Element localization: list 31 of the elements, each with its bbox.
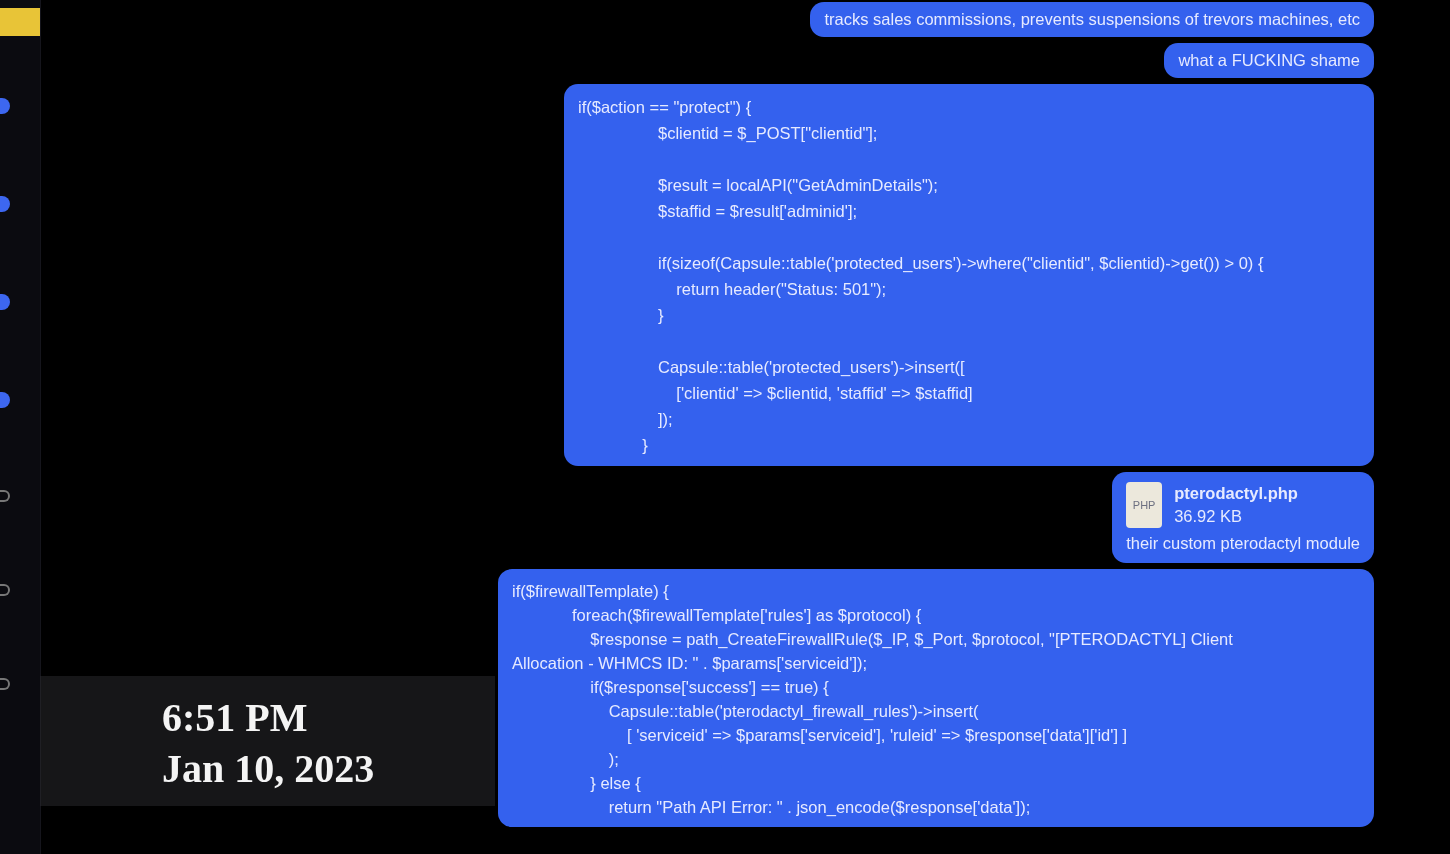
code-line: ]);	[657, 409, 674, 430]
code-line: Capsule::table('pterodactyl_firewall_rules')->insert(	[607, 701, 980, 722]
app-logo-block	[0, 8, 40, 36]
document-icon: PHP	[1126, 482, 1163, 528]
code-line: $result = localAPI("GetAdminDetails");	[657, 175, 939, 196]
code-line: );	[607, 749, 620, 770]
code-line: foreach($firewallTemplate['rules'] as $protocol) {	[571, 605, 923, 626]
code-line: $staffid = $result['adminid'];	[657, 201, 859, 222]
message-bubble: what a FUCKING shame	[1164, 43, 1374, 78]
code-line: return "Path API Error: " . json_encode($response['data']);	[607, 797, 1032, 818]
code-line: return header("Status: 501");	[675, 279, 888, 300]
message-bubble: tracks sales commissions, prevents suspensions of trevors machines, etc	[810, 2, 1374, 37]
code-line: $clientid = $_POST["clientid"];	[657, 123, 879, 144]
code-line: } else {	[589, 773, 642, 794]
code-line: if($firewallTemplate) {	[512, 581, 670, 602]
code-line: [ 'serviceid' => $params['serviceid'], 'ruleid' => $response['data']['id'] ]	[626, 725, 1129, 746]
code-line: }	[641, 435, 649, 456]
caption-date: Jan 10, 2023	[162, 745, 376, 792]
code-line: Capsule::table('protected_users')->insert([	[657, 357, 966, 378]
file-name: pterodactyl.php	[1174, 484, 1298, 503]
code-line: if(sizeof(Capsule::table('protected_users')->where("clientid", $clientid)->get()) > 0) {	[657, 253, 1265, 274]
caption-time: 6:51 PM	[162, 694, 309, 741]
code-line: }	[657, 305, 665, 326]
code-line: if($response['success'] == true) {	[589, 677, 830, 698]
code-line: if($action == "protect") {	[578, 97, 753, 118]
code-line: $response = path_CreateFirewallRule($_IP, $_Port, $protocol, "[PTERODACTYL] Client	[589, 629, 1234, 650]
code-line: Allocation - WHMCS ID: " . $params['serviceid']);	[512, 653, 869, 674]
file-attachment-bubble[interactable]: PHP pterodactyl.php 36.92 KB their custom pterodactyl module	[1112, 472, 1374, 563]
message-text: their custom pterodactyl module	[1126, 534, 1360, 553]
file-size: 36.92 KB	[1174, 507, 1243, 526]
code-line: ['clientid' => $clientid, 'staffid' => $staffid]	[675, 383, 974, 404]
